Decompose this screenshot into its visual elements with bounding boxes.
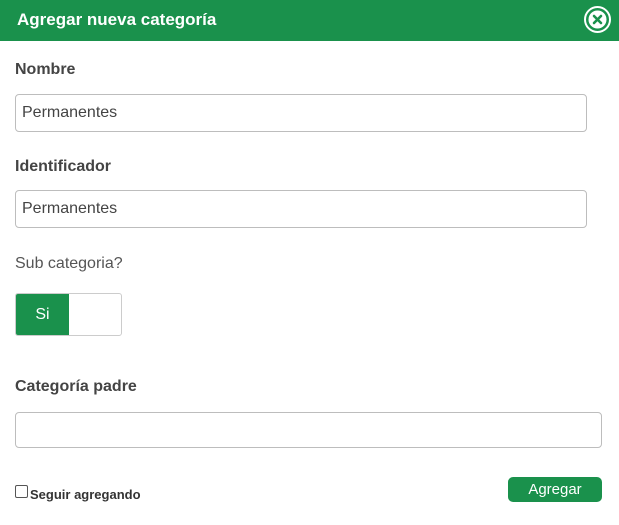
add-category-dialog: Agregar nueva categoría Nombre Identific… [0, 0, 619, 525]
parent-category-input[interactable] [15, 412, 602, 448]
keep-adding-option: Seguir agregando [15, 482, 141, 502]
dialog-header: Agregar nueva categoría [0, 0, 619, 41]
close-button[interactable] [583, 5, 612, 34]
dialog-title: Agregar nueva categoría [17, 10, 217, 29]
add-button[interactable]: Agregar [508, 477, 602, 502]
parent-category-label: Categoría padre [15, 378, 137, 395]
keep-adding-checkbox[interactable] [15, 484, 28, 498]
toggle-on-label: Si [16, 294, 69, 335]
subcategory-label: Sub categoria? [15, 255, 123, 272]
close-circle-icon [584, 6, 611, 33]
identifier-label: Identificador [15, 158, 112, 175]
subcategory-toggle[interactable]: Si [15, 293, 122, 336]
identifier-input[interactable] [15, 190, 587, 228]
keep-adding-label: Seguir agregando [30, 486, 141, 502]
name-label: Nombre [15, 61, 76, 78]
name-input[interactable] [15, 94, 587, 132]
